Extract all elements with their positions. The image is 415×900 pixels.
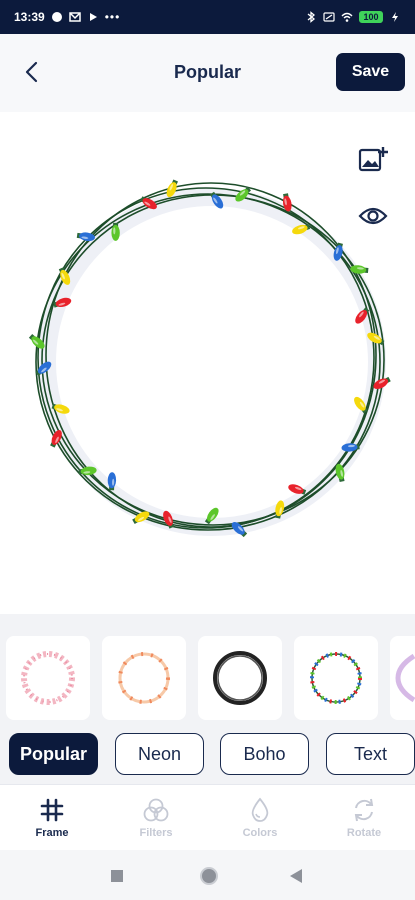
category-popular[interactable]: Popular xyxy=(9,733,98,775)
recents-button[interactable] xyxy=(110,869,124,888)
pink-wreath-image xyxy=(21,651,75,705)
thumb-pink-floral-wreath[interactable] xyxy=(6,636,90,720)
sim-icon xyxy=(323,12,335,22)
back-system-button[interactable] xyxy=(289,868,303,889)
notification-icon xyxy=(51,12,62,22)
christmas-lights-frame xyxy=(28,179,391,538)
status-time: 13:39 xyxy=(14,10,45,24)
orange-wreath-image xyxy=(118,652,170,704)
black-circle-image xyxy=(213,651,267,705)
thumb-christmas-lights-wreath[interactable] xyxy=(294,636,378,720)
frame-picker: Popular Neon Boho Text xyxy=(0,614,415,784)
square-icon xyxy=(111,870,123,882)
bottom-nav: Frame Filters Colors Rotate xyxy=(0,784,415,850)
mail-icon xyxy=(68,12,81,22)
rotate-icon xyxy=(354,798,374,822)
hash-icon xyxy=(40,798,64,822)
nav-frame[interactable]: Frame xyxy=(12,797,92,839)
category-neon[interactable]: Neon xyxy=(115,733,204,775)
more-notifications-icon: ••• xyxy=(104,10,121,24)
drop-icon xyxy=(251,797,269,822)
purple-wreath-image xyxy=(395,653,415,703)
save-button[interactable]: Save xyxy=(336,53,405,91)
thumb-purple-floral-wreath[interactable] xyxy=(390,636,415,720)
filters-icon xyxy=(143,798,169,822)
wifi-icon xyxy=(341,12,353,22)
bluetooth-icon xyxy=(307,11,316,23)
circle-icon xyxy=(200,867,218,885)
preview-button[interactable] xyxy=(353,196,393,236)
header: Popular Save xyxy=(0,34,415,112)
nav-rotate[interactable]: Rotate xyxy=(324,797,404,839)
category-boho[interactable]: Boho xyxy=(220,733,309,775)
home-button[interactable] xyxy=(199,866,219,891)
add-image-button[interactable] xyxy=(353,140,393,180)
charging-icon xyxy=(392,12,398,22)
thumb-orange-floral-wreath[interactable] xyxy=(102,636,186,720)
status-bar: 13:39 ••• 100 xyxy=(0,0,415,34)
thumb-black-brush-circle[interactable] xyxy=(198,636,282,720)
nav-filters-label: Filters xyxy=(139,827,173,839)
eye-icon xyxy=(358,207,388,225)
editor-canvas[interactable] xyxy=(0,112,415,614)
lights-wreath-image xyxy=(310,652,362,704)
system-nav-bar xyxy=(0,850,415,900)
nav-filters[interactable]: Filters xyxy=(116,797,196,839)
nav-frame-label: Frame xyxy=(35,827,69,839)
triangle-back-icon xyxy=(290,869,302,883)
nav-rotate-label: Rotate xyxy=(346,827,382,839)
add-image-icon xyxy=(358,147,388,172)
nav-colors-label: Colors xyxy=(242,827,278,839)
light-bulbs xyxy=(28,179,391,538)
nav-colors[interactable]: Colors xyxy=(220,797,300,839)
battery-indicator: 100 xyxy=(359,11,383,23)
category-text[interactable]: Text xyxy=(326,733,415,775)
play-icon xyxy=(89,13,97,21)
